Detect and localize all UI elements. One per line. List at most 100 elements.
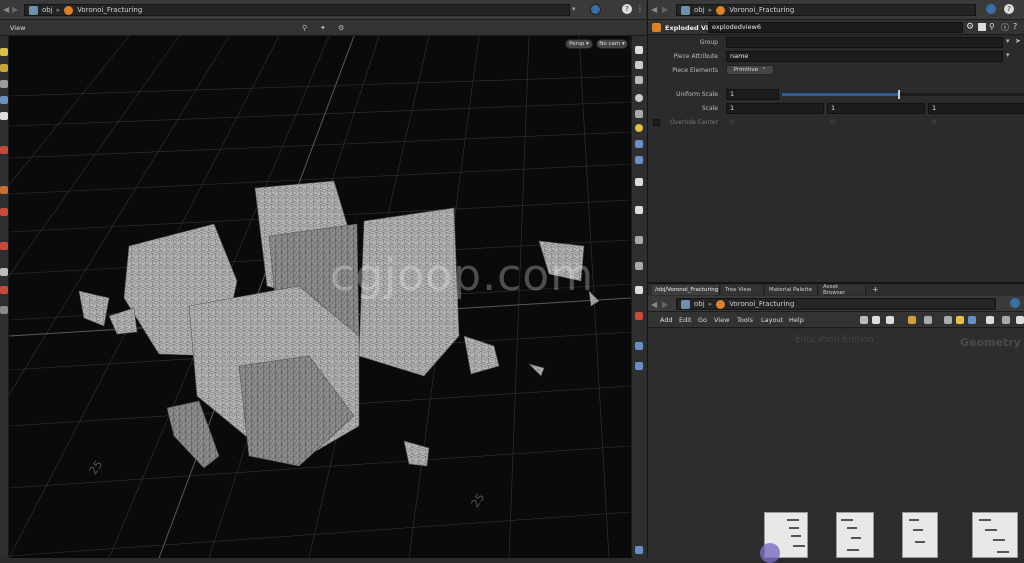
- help-icon[interactable]: ?: [622, 4, 632, 14]
- select-tool-icon[interactable]: [0, 48, 8, 56]
- network-node-3[interactable]: [902, 512, 938, 558]
- pose-tool-icon[interactable]: [0, 146, 8, 154]
- pane-menu-icon[interactable]: ⋮: [636, 4, 644, 13]
- back-arrow-icon[interactable]: ◀: [3, 5, 9, 14]
- tab-material-palette[interactable]: Material Palette: [766, 285, 818, 295]
- brush-tool-icon[interactable]: [0, 186, 8, 194]
- menu-view[interactable]: View: [714, 316, 729, 324]
- piece-attr-dropdown-icon[interactable]: ▾: [1006, 51, 1010, 59]
- info-icon[interactable]: ⓘ: [1001, 22, 1009, 33]
- param-path-bar[interactable]: obj ▸ Voronoi_Fracturing: [676, 4, 976, 16]
- forward-arrow-icon[interactable]: ▶: [12, 5, 18, 14]
- net-path-root[interactable]: obj: [694, 300, 705, 308]
- question-icon[interactable]: ?: [1013, 22, 1017, 31]
- net-path-node[interactable]: Voronoi_Fracturing: [729, 300, 794, 308]
- help-book-icon[interactable]: [978, 23, 986, 31]
- layout-icon[interactable]: [924, 316, 932, 324]
- scale-z-field[interactable]: 1: [928, 103, 1024, 114]
- node-name-field[interactable]: explodedview6: [708, 22, 963, 33]
- jump-icon[interactable]: [1016, 316, 1024, 324]
- network-path-bar[interactable]: obj ▸ Voronoi_Fracturing: [24, 4, 570, 16]
- shading-icon-1[interactable]: [635, 46, 643, 54]
- display-icon-11[interactable]: [635, 546, 643, 554]
- uniform-scale-field[interactable]: 1: [726, 89, 779, 100]
- uniform-scale-slider-handle[interactable]: [897, 90, 900, 99]
- path-dropdown-icon[interactable]: ▾: [572, 5, 576, 13]
- lasso-tool-icon[interactable]: [0, 268, 8, 276]
- param-path-root[interactable]: obj: [694, 6, 705, 14]
- display-option-icon-2[interactable]: ✦: [320, 24, 326, 32]
- shading-icon-2[interactable]: [635, 61, 643, 69]
- tab-network[interactable]: /obj/Voronoi_Fracturing: [652, 285, 720, 295]
- menu-add[interactable]: Add: [660, 316, 673, 324]
- snap-tool-icon[interactable]: [0, 242, 8, 250]
- scale-x-field[interactable]: 1: [726, 103, 824, 114]
- group-dropdown-icon[interactable]: ▾: [1006, 37, 1010, 45]
- menu-help[interactable]: Help: [789, 316, 804, 324]
- gear-icon[interactable]: ⚙: [966, 22, 974, 32]
- display-icon-4[interactable]: [635, 206, 643, 214]
- display-icon-3[interactable]: [635, 178, 643, 186]
- render-tool-icon[interactable]: [0, 306, 8, 314]
- network-box-icon[interactable]: [986, 316, 994, 324]
- net-forward-arrow-icon[interactable]: ▶: [662, 300, 668, 309]
- menu-layout[interactable]: Layout: [761, 316, 783, 324]
- grid-icon[interactable]: [908, 316, 916, 324]
- display-icon-10[interactable]: [635, 362, 643, 370]
- param-path-node[interactable]: Voronoi_Fracturing: [729, 6, 794, 14]
- dot-icon[interactable]: [1002, 316, 1010, 324]
- menu-tools[interactable]: Tools: [737, 316, 753, 324]
- left-tool-shelf: [0, 36, 9, 558]
- shading-icon-5[interactable]: [635, 110, 643, 118]
- display-icon-8[interactable]: [635, 312, 643, 320]
- uniform-scale-slider[interactable]: [782, 90, 1024, 99]
- net-path-bar[interactable]: obj ▸ Voronoi_Fracturing: [676, 298, 996, 310]
- sticky-icon[interactable]: [944, 316, 952, 324]
- list-icon[interactable]: [872, 316, 880, 324]
- view-tool-icon[interactable]: [0, 208, 8, 216]
- tab-tree-view[interactable]: Tree View: [722, 285, 764, 295]
- move-tool-icon[interactable]: [0, 64, 8, 72]
- tab-asset-browser[interactable]: Asset Browser: [820, 284, 866, 296]
- group-field[interactable]: [726, 37, 1003, 48]
- image-icon[interactable]: [968, 316, 976, 324]
- display-option-icon-1[interactable]: ⚲: [302, 24, 307, 32]
- add-tab-icon[interactable]: +: [872, 285, 879, 294]
- display-icon-7[interactable]: [635, 286, 643, 294]
- net-globe-icon[interactable]: [1010, 298, 1020, 308]
- scale-y-field[interactable]: 1: [827, 103, 925, 114]
- wrench-icon[interactable]: [860, 316, 868, 324]
- net-back-arrow-icon[interactable]: ◀: [651, 300, 657, 309]
- search-icon[interactable]: ⚲: [989, 22, 995, 31]
- shading-icon-4[interactable]: [635, 94, 643, 102]
- piece-attr-field[interactable]: name: [726, 51, 1003, 62]
- path-node[interactable]: Voronoi_Fracturing: [77, 6, 142, 14]
- param-back-arrow-icon[interactable]: ◀: [651, 5, 657, 14]
- network-node-4[interactable]: [972, 512, 1018, 558]
- scale-tool-icon[interactable]: [0, 96, 8, 104]
- display-icon-6[interactable]: [635, 262, 643, 270]
- piece-elements-menu[interactable]: Primitive ⌃: [726, 65, 774, 75]
- display-icon-9[interactable]: [635, 342, 643, 350]
- param-forward-arrow-icon[interactable]: ▶: [662, 5, 668, 14]
- handle-tool-icon[interactable]: [0, 112, 8, 120]
- menu-edit[interactable]: Edit: [679, 316, 692, 324]
- menu-go[interactable]: Go: [698, 316, 707, 324]
- display-icon-1[interactable]: [635, 140, 643, 148]
- display-icon-2[interactable]: [635, 156, 643, 164]
- camera-menu[interactable]: Persp ▾: [565, 39, 593, 49]
- paint-tool-icon[interactable]: [0, 286, 8, 294]
- path-root[interactable]: obj: [42, 6, 53, 14]
- network-node-2[interactable]: [836, 512, 874, 558]
- color-palette-icon[interactable]: [886, 316, 894, 324]
- rotate-tool-icon[interactable]: [0, 80, 8, 88]
- display-option-icon-3[interactable]: ⚙: [338, 24, 344, 32]
- param-help-icon[interactable]: ?: [1004, 4, 1014, 14]
- shading-icon-3[interactable]: [635, 76, 643, 84]
- light-icon[interactable]: [635, 124, 643, 132]
- cam-menu[interactable]: No cam ▾: [596, 39, 628, 49]
- param-pin-icon[interactable]: [986, 4, 996, 14]
- globe-icon[interactable]: [590, 4, 601, 15]
- note-icon[interactable]: [956, 316, 964, 324]
- display-icon-5[interactable]: [635, 236, 643, 244]
